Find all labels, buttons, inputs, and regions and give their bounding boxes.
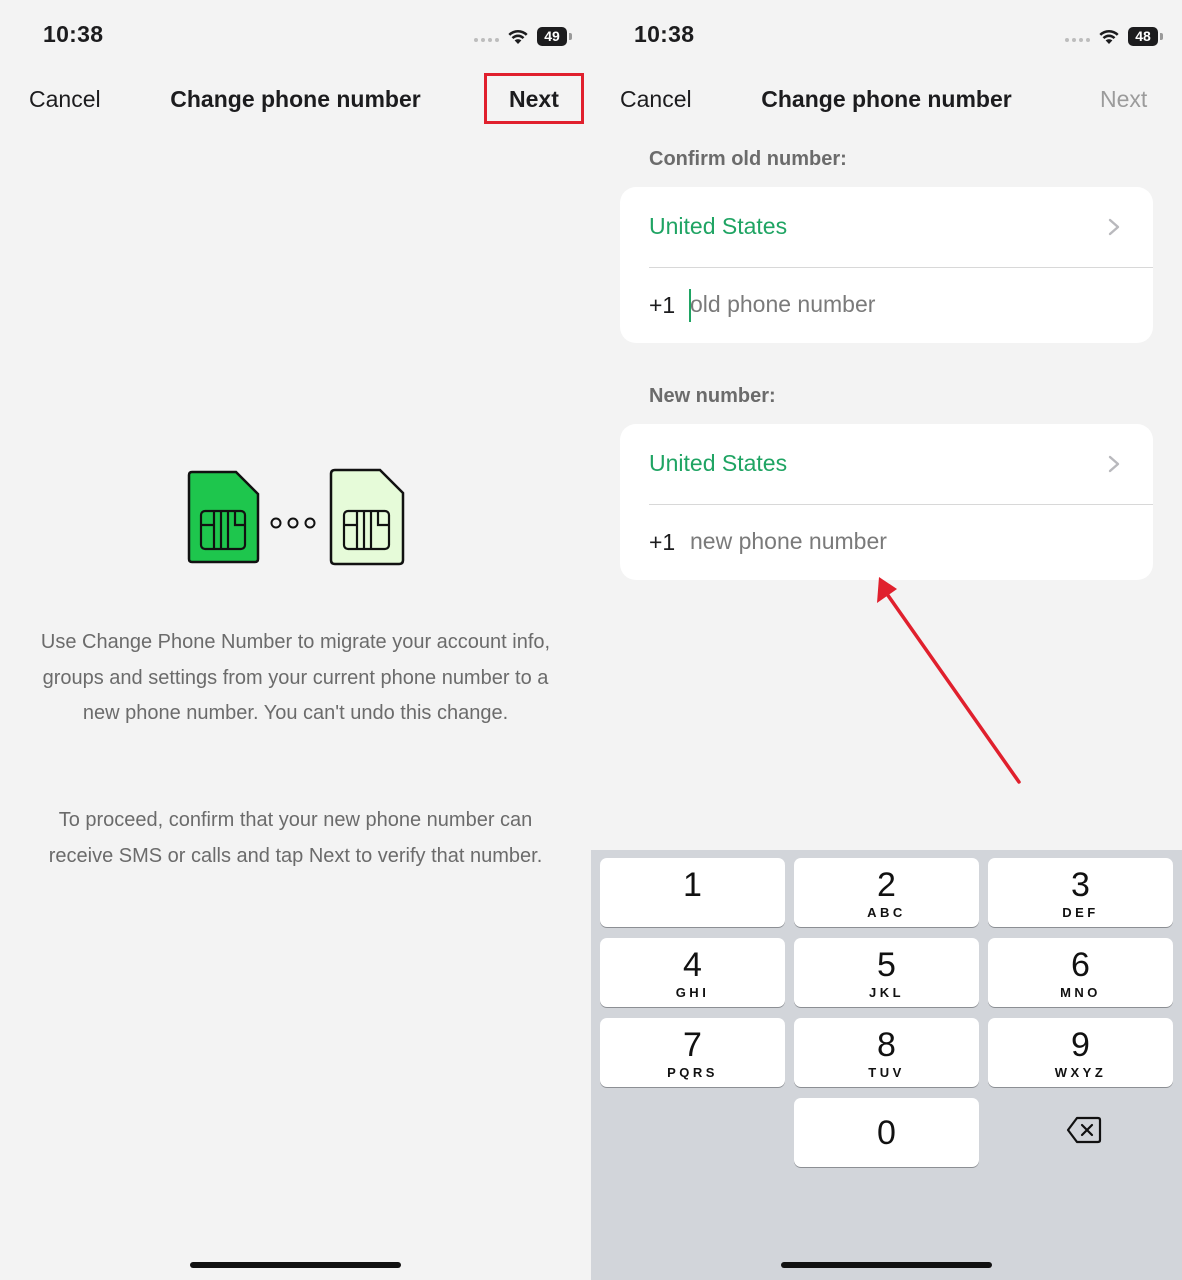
key-3[interactable]: 3 DEF <box>988 858 1173 927</box>
key-5[interactable]: 5 JKL <box>794 938 979 1007</box>
wifi-icon <box>508 29 528 44</box>
intro-screen: 10:38 49 Cancel Change phone number Next <box>0 0 591 1280</box>
new-number-card: United States +1 new phone number <box>620 424 1153 580</box>
new-country-selector[interactable]: United States <box>649 424 1153 505</box>
status-bar-icons: 48 <box>1065 24 1163 48</box>
page-title: Change phone number <box>761 86 1012 112</box>
key-8[interactable]: 8 TUV <box>794 1018 979 1087</box>
change-number-form-screen: 10:38 48 Cancel Change phone number Next… <box>591 0 1182 1280</box>
signal-icon <box>474 38 499 42</box>
battery-icon: 48 <box>1128 26 1163 46</box>
new-country-code: +1 <box>649 529 676 555</box>
chevron-right-icon <box>1108 455 1120 473</box>
old-country-selector[interactable]: United States <box>649 187 1153 268</box>
status-time: 10:38 <box>43 21 104 47</box>
description-paragraph: Use Change Phone Number to migrate your … <box>40 631 551 725</box>
new-phone-number-input[interactable]: new phone number <box>690 528 887 555</box>
sim-card-icon <box>329 468 405 566</box>
status-time: 10:38 <box>634 21 695 47</box>
status-bar-icons: 49 <box>474 24 572 48</box>
old-country-code: +1 <box>649 292 676 318</box>
key-4[interactable]: 4 GHI <box>600 938 785 1007</box>
wifi-icon <box>1099 29 1119 44</box>
signal-icon <box>1065 38 1090 42</box>
numeric-keypad: 1 2 ABC 3 DEF 4 GHI 5 JKL 6 MNO 7 PQRS 8 TUV 9W… <box>591 850 1182 1280</box>
dots-icon <box>270 517 316 529</box>
old-phone-row: +1 old phone number <box>649 267 1153 343</box>
home-indicator <box>781 1262 992 1268</box>
new-country-name: United States <box>649 450 788 476</box>
instruction-paragraph: To proceed, confirm that your new phone … <box>48 809 543 867</box>
key-1[interactable]: 1 <box>600 858 785 927</box>
key-6[interactable]: 6 MNO <box>988 938 1173 1007</box>
chevron-right-icon <box>1108 218 1120 236</box>
annotation-highlight-box <box>484 73 584 124</box>
key-0[interactable]: 0 <box>794 1098 979 1167</box>
next-button-disabled[interactable]: Next <box>1100 86 1147 113</box>
new-phone-row: +1 new phone number <box>649 504 1153 580</box>
old-phone-number-input[interactable]: old phone number <box>690 291 875 318</box>
old-country-name: United States <box>649 213 788 239</box>
key-7[interactable]: 7 PQRS <box>600 1018 785 1087</box>
backspace-icon[interactable] <box>1066 1115 1102 1145</box>
old-number-card: United States +1 old phone number <box>620 187 1153 343</box>
home-indicator <box>190 1262 401 1268</box>
sim-card-transfer-illustration <box>187 468 405 566</box>
battery-icon: 49 <box>537 26 572 46</box>
old-number-label: Confirm old number: <box>649 148 847 170</box>
key-2[interactable]: 2 ABC <box>794 858 979 927</box>
new-number-label: New number: <box>649 385 776 407</box>
key-9[interactable]: 9 WXYZ <box>988 1018 1173 1087</box>
sim-card-icon <box>187 470 260 564</box>
